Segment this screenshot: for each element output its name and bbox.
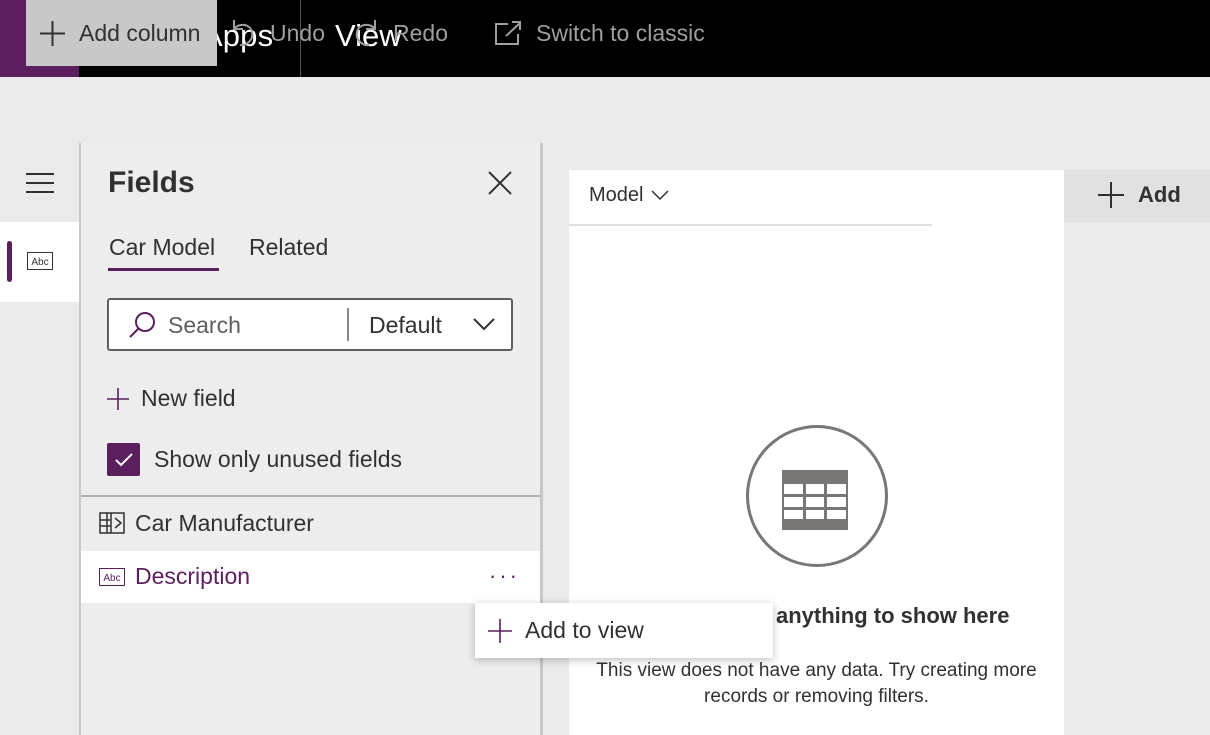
- column-header-divider: [569, 224, 932, 226]
- switch-to-classic-button[interactable]: Switch to classic: [494, 0, 705, 66]
- new-field-button[interactable]: New field: [107, 385, 236, 412]
- text-field-icon: Abc: [27, 252, 53, 270]
- empty-state-title: anything to show here: [776, 603, 1010, 628]
- lookup-icon: [99, 512, 125, 534]
- undo-label: Undo: [270, 19, 325, 46]
- command-bar: [0, 77, 1210, 143]
- rail-selection-indicator: [7, 241, 12, 282]
- open-external-icon: [495, 21, 521, 45]
- search-separator: [347, 308, 349, 341]
- add-label: Add: [1138, 182, 1181, 207]
- undo-button[interactable]: Undo: [230, 0, 325, 66]
- plus-icon: [107, 387, 129, 410]
- redo-icon: [355, 20, 376, 47]
- add-column-button[interactable]: Add column: [26, 0, 217, 66]
- tab-related[interactable]: Related: [249, 234, 328, 261]
- show-unused-checkbox[interactable]: [107, 443, 140, 476]
- plus-icon: [1098, 182, 1124, 208]
- empty-state-message: This view does not have any data. Try cr…: [596, 660, 1037, 707]
- tab-car-model[interactable]: Car Model: [109, 234, 215, 261]
- switch-classic-label: Switch to classic: [536, 19, 705, 46]
- add-to-view-menu-item[interactable]: Add to view: [475, 603, 773, 658]
- add-to-view-label: Add to view: [525, 617, 644, 643]
- table-icon: [782, 470, 848, 530]
- search-input[interactable]: Search: [168, 312, 241, 339]
- fields-panel: [81, 143, 541, 735]
- show-unused-label[interactable]: Show only unused fields: [154, 446, 402, 473]
- close-icon[interactable]: [487, 170, 513, 196]
- chevron-down-icon: [651, 190, 670, 201]
- new-field-label: New field: [141, 385, 236, 411]
- svg-text:Abc: Abc: [103, 573, 120, 584]
- field-name: Car Manufacturer: [135, 510, 314, 536]
- column-header-model[interactable]: Model: [589, 184, 670, 207]
- add-column-header-button[interactable]: Add: [1098, 182, 1181, 208]
- undo-icon: [233, 20, 254, 47]
- add-column-label: Add column: [79, 19, 201, 46]
- tab-selected-underline: [108, 268, 219, 271]
- hamburger-icon[interactable]: [26, 172, 54, 194]
- field-type-dropdown[interactable]: Default: [369, 312, 442, 339]
- svg-text:Abc: Abc: [31, 257, 48, 268]
- chevron-down-icon[interactable]: [473, 317, 495, 331]
- panel-title: Fields: [108, 166, 195, 199]
- text-field-icon: Abc: [99, 568, 125, 586]
- redo-label: Redo: [393, 19, 448, 46]
- plus-icon: [40, 20, 65, 46]
- search-icon: [129, 312, 155, 338]
- checkmark-icon: [114, 452, 133, 466]
- plus-icon: [488, 618, 512, 643]
- field-name: Description: [135, 563, 251, 589]
- redo-button[interactable]: Redo: [353, 0, 448, 66]
- more-options-button[interactable]: ···: [489, 563, 520, 589]
- column-header-label: Model: [589, 184, 644, 206]
